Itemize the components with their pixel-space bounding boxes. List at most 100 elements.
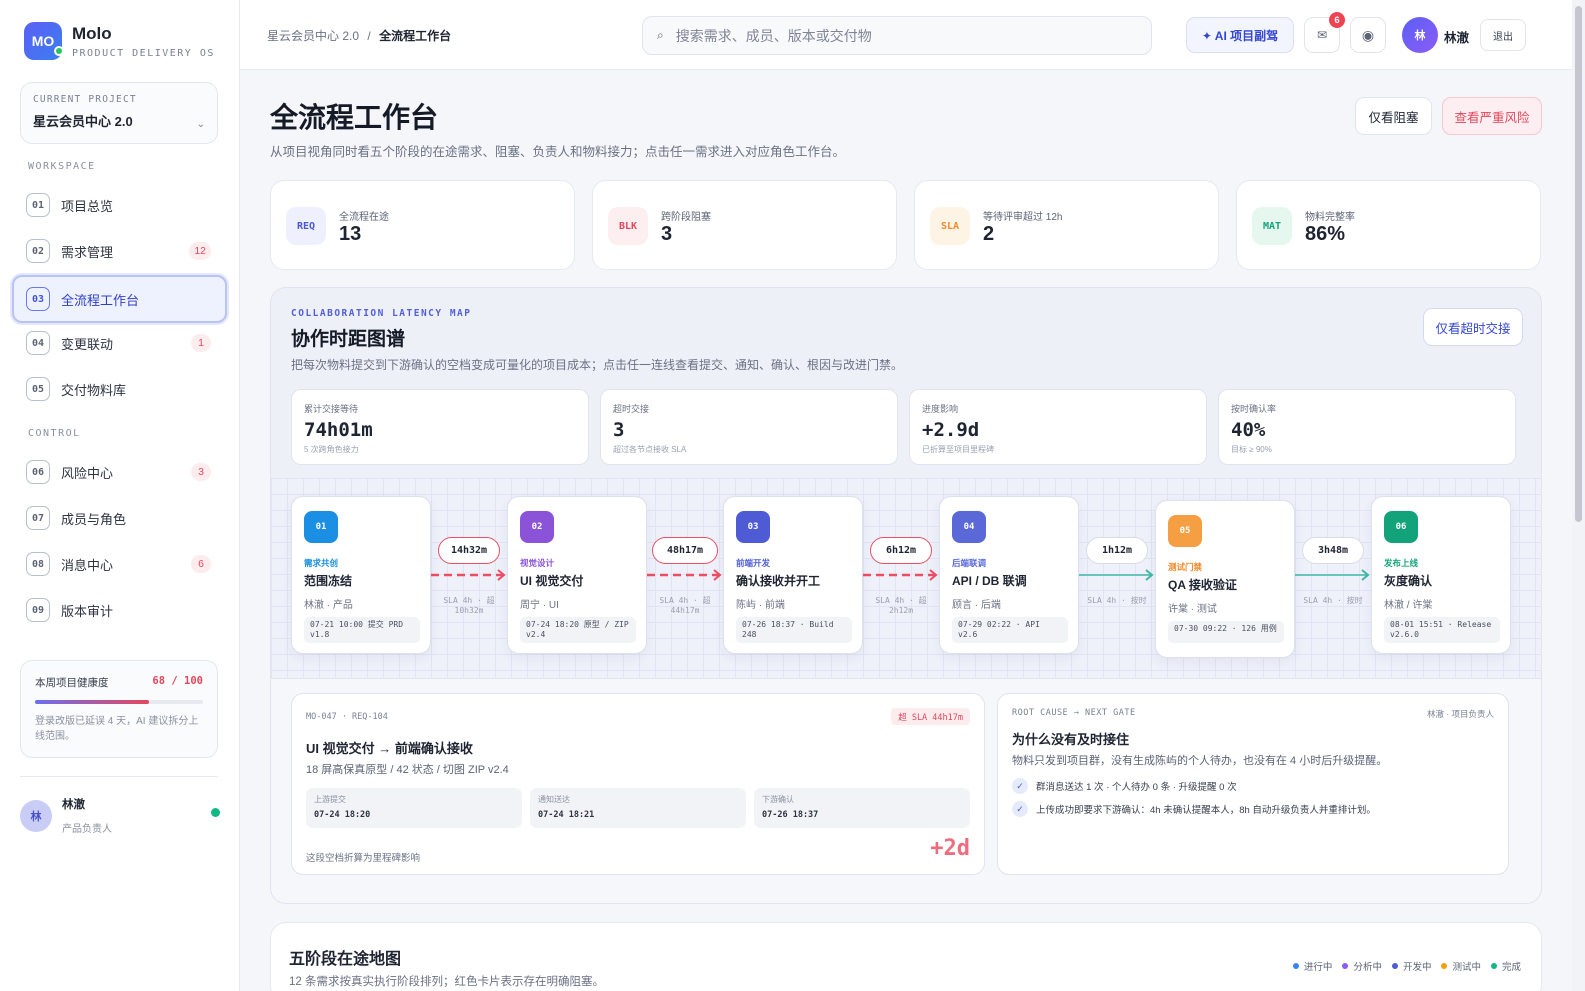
sidebar-item-audit[interactable]: 09 版本审计: [14, 590, 225, 630]
blocked-only-button[interactable]: 仅看阻塞: [1355, 97, 1432, 135]
handoff-latency-pill[interactable]: 6h12m: [870, 537, 932, 564]
handoff-detail-card[interactable]: MO-047 · REQ-104 超 SLA 44h17m UI 视觉交付 → …: [291, 693, 985, 875]
nav-number: 08: [26, 552, 50, 576]
stage-label: 视觉设计: [520, 558, 555, 568]
sidebar-item-members[interactable]: 07 成员与角色: [14, 498, 225, 538]
health-score: 68 / 100: [152, 675, 203, 687]
stage-node-05[interactable]: 05 测试门禁 QA 接收验证 许棠 · 测试 07-30 09:22 · 126 用例: [1155, 500, 1295, 658]
legend-label: 完成: [1501, 962, 1521, 973]
panel-subtitle: 把每次物料提交到下游确认的空档变成可量化的项目成本；点击任一连线查看提交、通知、…: [291, 358, 904, 372]
root-cause-card[interactable]: ROOT CAUSE → NEXT GATE 林澈 · 项目负责人 为什么没有及…: [997, 693, 1509, 875]
breadcrumb-parent[interactable]: 星云会员中心 2.0: [267, 29, 359, 43]
stage-number-chip: 03: [736, 511, 770, 543]
stat-chip: BLK: [608, 207, 648, 245]
sidebar-item-requirements[interactable]: 02 需求管理 12: [14, 231, 225, 271]
sidebar: MO Molo PRODUCT DELIVERY OS CURRENT PROJ…: [0, 0, 240, 991]
stage-node-03[interactable]: 03 前端开发 确认接收并开工 陈屿 · 前端 07-26 18:37 · Build …: [723, 496, 863, 654]
handoff-sla-note: SLA 4h · 按时: [1303, 596, 1363, 605]
logout-button[interactable]: 退出: [1480, 19, 1526, 51]
metric-label: 进度影响: [922, 404, 959, 414]
brand[interactable]: MO Molo PRODUCT DELIVERY OS: [24, 22, 215, 60]
nav-number: 07: [26, 506, 50, 530]
stat-card-blk[interactable]: BLK 跨阶段阻塞 3: [592, 180, 897, 270]
nav-label: 项目总览: [61, 198, 114, 214]
overdue-only-button[interactable]: 仅看超时交接: [1423, 308, 1523, 346]
stage-label: 前端开发: [736, 558, 771, 568]
page-subtitle: 从项目视角同时看五个阶段的在途需求、阻塞、负责人和物料接力；点击任一需求进入对应…: [270, 145, 846, 159]
handoff-flow: 01 需求共创 范围冻结 林澈 · 产品 07-21 10:00 提交 PRD v1.8…: [271, 478, 1541, 678]
metric-card: 进度影响 +2.9d 已折算至项目里程碑: [909, 389, 1207, 465]
nav-number: 09: [26, 598, 50, 622]
stage-owners: 陈屿 · 前端: [736, 600, 785, 611]
count-badge: 3: [191, 463, 211, 481]
stat-value: 13: [339, 223, 362, 245]
stat-chip: REQ: [286, 207, 326, 245]
project-switcher[interactable]: CURRENT PROJECT 星云会员中心 2.0 ⌄: [20, 82, 218, 144]
project-label: CURRENT PROJECT: [33, 94, 137, 105]
ai-copilot-button[interactable]: ✦ AI 项目副驾: [1186, 17, 1294, 53]
scrollbar-thumb[interactable]: [1575, 6, 1582, 522]
stage-label: 需求共创: [304, 558, 339, 568]
handoff-latency-pill[interactable]: 3h48m: [1302, 537, 1364, 564]
theme-toggle-button[interactable]: ◉: [1350, 17, 1386, 53]
handoff-sla-note: SLA 4h · 超 10h32m: [443, 596, 495, 615]
sidebar-item-risk[interactable]: 06 风险中心 3: [14, 452, 225, 492]
stat-card-sla[interactable]: SLA 等待评审超过 12h 2: [914, 180, 1219, 270]
sidebar-item-overview[interactable]: 01 项目总览: [14, 185, 225, 225]
search-icon: ⌕: [657, 28, 664, 42]
sidebar-item-deliverables[interactable]: 05 交付物料库: [14, 369, 225, 409]
handoff-sla-note: SLA 4h · 按时: [1087, 596, 1147, 605]
handoff-latency-pill[interactable]: 1h12m: [1086, 537, 1148, 564]
detail-meta: MO-047 · REQ-104: [306, 712, 388, 722]
stage-node-06[interactable]: 06 发布上线 灰度确认 林澈 / 许棠 08-01 15:51 · Release v…: [1371, 496, 1511, 654]
health-note: 登录改版已延误 4 天，AI 建议拆分上线范围。: [35, 716, 199, 742]
timestamp-label: 通知送达: [538, 795, 570, 804]
root-cause-item-text: 上传成功即要求下游确认：4h 未确认提醒本人，8h 自动升级负责人并重排计划。: [1036, 805, 1376, 816]
mail-icon: ✉: [1316, 28, 1328, 42]
root-cause-item: ✓ 群消息送达 1 次 · 个人待办 0 条 · 升级提醒 0 次: [1012, 778, 1237, 794]
sla-overdue-badge: 超 SLA 44h17m: [891, 708, 970, 725]
stage-node-02[interactable]: 02 视觉设计 UI 视觉交付 周宁 · UI 07-24 18:20 原型 / ZIP…: [507, 496, 647, 654]
search-input[interactable]: [675, 27, 1116, 44]
nav-label: 交付物料库: [61, 382, 127, 398]
stage-owners: 林澈 / 许棠: [1384, 600, 1433, 611]
stat-label: 全流程在途: [339, 212, 389, 223]
stage-owners: 周宁 · UI: [520, 600, 559, 611]
stage-log: 07-30 09:22 · 126 用例: [1168, 621, 1284, 643]
metric-label: 超时交接: [613, 404, 650, 414]
stage-log: 07-24 18:20 原型 / ZIP v2.4: [520, 617, 636, 643]
stat-card-mat[interactable]: MAT 物料完整率 86%: [1236, 180, 1541, 270]
metric-note: 目标 ≥ 90%: [1231, 445, 1272, 454]
scrollbar[interactable]: [1572, 0, 1585, 991]
stage-title: 确认接收并开工: [736, 574, 821, 588]
stat-card-req[interactable]: REQ 全流程在途 13: [270, 180, 575, 270]
stage-title: QA 接收验证: [1168, 578, 1237, 592]
legend-item: 进行中: [1292, 959, 1332, 973]
nav-number: 02: [26, 239, 50, 263]
legend-item: 开发中: [1391, 959, 1431, 973]
handoff-connectors: [431, 569, 1370, 581]
sidebar-item-messages[interactable]: 08 消息中心 6: [14, 544, 225, 584]
stage-title: UI 视觉交付: [520, 574, 584, 588]
messages-button[interactable]: ✉ 6: [1304, 12, 1345, 53]
handoff-latency-pill[interactable]: 14h32m: [438, 537, 500, 564]
sidebar-item-change-link[interactable]: 04 变更联动 1: [14, 323, 225, 363]
count-badge: 12: [189, 242, 211, 260]
severe-risk-button[interactable]: 查看严重风险: [1442, 97, 1542, 135]
nav-label: 版本审计: [61, 603, 114, 619]
handoff-latency-pill[interactable]: 48h17m: [652, 537, 718, 564]
health-label: 本周项目健康度: [35, 677, 109, 689]
sidebar-user[interactable]: 林 林澈 产品负责人: [20, 796, 220, 835]
search-box[interactable]: ⌕: [642, 16, 1152, 55]
nav-label: 成员与角色: [61, 511, 127, 527]
metric-card: 超时交接 3 超过各节点接收 SLA: [600, 389, 898, 465]
avatar[interactable]: 林: [1402, 17, 1438, 53]
avatar: 林: [20, 799, 52, 832]
legend-label: 测试中: [1452, 962, 1481, 973]
stage-node-04[interactable]: 04 后端联调 API / DB 联调 顾言 · 后端 07-29 02:22 · AP…: [939, 496, 1079, 654]
panel-title: 协作时距图谱: [291, 329, 406, 350]
sidebar-item-workbench[interactable]: 03 全流程工作台: [12, 275, 227, 323]
stage-label: 发布上线: [1384, 558, 1419, 568]
health-card: 本周项目健康度 68 / 100 登录改版已延误 4 天，AI 建议拆分上线范围。: [20, 660, 218, 758]
stage-node-01[interactable]: 01 需求共创 范围冻结 林澈 · 产品 07-21 10:00 提交 PRD v1.8: [291, 496, 431, 654]
